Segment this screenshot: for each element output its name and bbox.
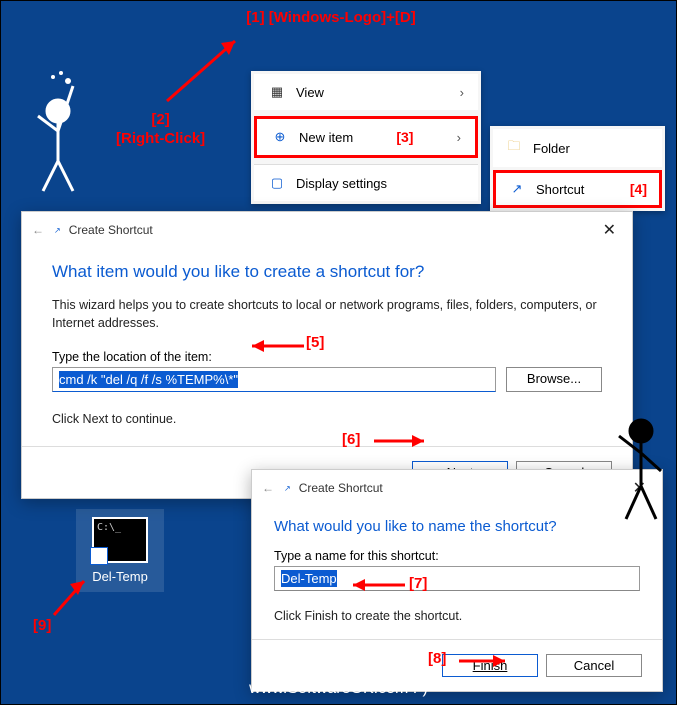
tag-6: [6]: [342, 431, 360, 448]
chevron-right-icon: ›: [460, 85, 464, 100]
finish-button[interactable]: Finish: [442, 654, 538, 677]
cancel-button[interactable]: Cancel: [546, 654, 642, 677]
back-icon[interactable]: ←: [32, 223, 44, 237]
display-icon: ▢: [268, 175, 286, 191]
back-icon[interactable]: ←: [262, 481, 274, 495]
arrow-1-2: [161, 29, 251, 107]
submenu-folder[interactable]: 🗀 Folder: [493, 129, 662, 167]
ctx-label: View: [296, 85, 324, 100]
tag-1: [1] [Windows-Logo]+[D]: [181, 9, 481, 26]
ctx-label: New item: [299, 130, 353, 145]
shortcut-glyph-icon: ↗: [54, 226, 61, 235]
submenu-label: Folder: [533, 141, 570, 156]
browse-button[interactable]: Browse...: [506, 367, 602, 392]
grid-icon: ▦: [268, 84, 286, 100]
tutorial-image: SoftwareOK.com [1] [Windows-Logo]+[D] [2…: [0, 0, 677, 705]
dialog-header: ← ↗ Create Shortcut ✕: [22, 212, 632, 248]
shortcut-name: Del-Temp: [80, 569, 160, 584]
tag-7: [7]: [409, 575, 427, 592]
location-label: Type the location of the item:: [52, 350, 602, 364]
stick-figure-right: [601, 401, 677, 541]
context-submenu: 🗀 Folder ↗ Shortcut [4]: [490, 126, 665, 211]
cmd-icon: [92, 517, 148, 563]
tag-4: [4]: [630, 181, 647, 197]
tag-3: [3]: [396, 129, 413, 145]
hint-text: Click Next to continue.: [52, 410, 602, 428]
tag-9: [9]: [33, 617, 51, 634]
dialog-heading: What item would you like to create a sho…: [52, 262, 602, 282]
tag-5: [5]: [306, 334, 324, 351]
create-shortcut-dialog-1: ← ↗ Create Shortcut ✕ What item would yo…: [21, 211, 633, 499]
name-label: Type a name for this shortcut:: [274, 549, 640, 563]
submenu-label: Shortcut: [536, 182, 584, 197]
folder-icon: 🗀: [505, 137, 523, 159]
hint-text: Click Finish to create the shortcut.: [274, 607, 640, 625]
tag-8: [8]: [428, 650, 446, 667]
close-icon[interactable]: ✕: [597, 218, 622, 242]
ctx-display-settings[interactable]: ▢ Display settings: [254, 164, 478, 201]
dialog-title: Create Shortcut: [299, 481, 383, 495]
plus-circle-icon: ⊕: [271, 129, 289, 145]
shortcut-glyph-icon: ↗: [284, 484, 291, 493]
ctx-new-item[interactable]: ⊕ New item [3] ›: [254, 116, 478, 158]
ctx-view[interactable]: ▦ View ›: [254, 74, 478, 110]
credit-text: www.SoftwareOK.com :-): [1, 680, 676, 698]
dialog-desc: This wizard helps you to create shortcut…: [52, 296, 602, 332]
name-input[interactable]: Del-Temp: [274, 566, 640, 591]
submenu-shortcut[interactable]: ↗ Shortcut [4]: [493, 170, 662, 208]
dialog-title: Create Shortcut: [69, 223, 153, 237]
dialog-heading: What would you like to name the shortcut…: [274, 518, 640, 535]
tag-2: [2] [Right-Click]: [116, 111, 205, 149]
stick-figure-left: [13, 71, 93, 201]
ctx-label: Display settings: [296, 176, 387, 191]
desktop-shortcut[interactable]: Del-Temp: [76, 509, 164, 592]
location-input[interactable]: cmd /k "del /q /f /s %TEMP%\*": [52, 367, 496, 392]
context-menu: ▦ View › ⊕ New item [3] › ▢ Display sett…: [251, 71, 481, 204]
shortcut-arrow-icon: ↗: [508, 181, 526, 197]
chevron-right-icon: ›: [457, 130, 461, 145]
